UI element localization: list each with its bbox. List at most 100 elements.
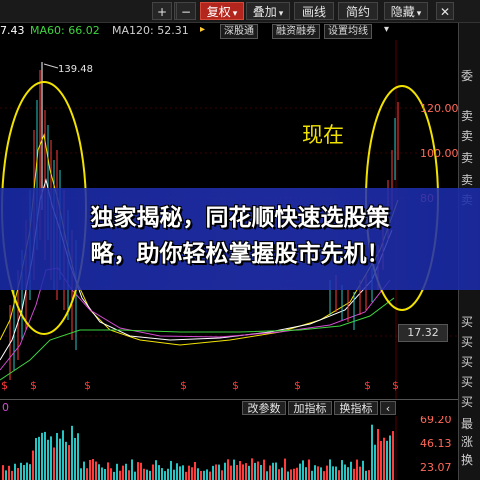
zoom-out-button[interactable]: − (176, 2, 196, 20)
rp-label: 买 (461, 375, 474, 389)
volume-bar (338, 470, 340, 480)
zoom-in-button[interactable]: + (152, 2, 172, 20)
volume-bar (332, 466, 334, 480)
volume-bar (290, 469, 292, 480)
simple-mode-button[interactable]: 简约 (338, 2, 378, 20)
volume-bar (47, 439, 49, 480)
volume-bar (8, 465, 10, 480)
volume-bar (359, 466, 361, 480)
volume-bar (218, 464, 220, 480)
volume-bar (254, 462, 256, 480)
switch-indicator-button[interactable]: 换指标 (334, 401, 378, 415)
volume-bar (110, 468, 112, 480)
signal-marker: $ (232, 379, 239, 392)
volume-bar (38, 436, 40, 480)
volume-bar (74, 437, 76, 480)
price-label-120: 120.00 (420, 102, 458, 115)
volume-bar (95, 461, 97, 480)
volume-bar (77, 433, 79, 480)
volume-bar (98, 464, 100, 480)
volume-bar (263, 459, 265, 480)
sub-nav-arrow[interactable]: ‹ (380, 401, 396, 415)
volume-bar (23, 465, 25, 480)
volume-bar (257, 461, 259, 480)
volume-bar (122, 465, 124, 480)
signal-marker: $ (392, 379, 399, 392)
ma-settings-tab[interactable]: 设置均线 (324, 24, 372, 39)
change-params-button[interactable]: 改参数 (242, 401, 286, 415)
volume-bar (284, 458, 286, 480)
volume-bar (89, 459, 91, 480)
volume-bar (317, 466, 319, 480)
volume-bar (308, 459, 310, 480)
volume-bar (296, 467, 298, 480)
volume-bar (380, 440, 382, 480)
rp-label: 卖 (461, 109, 474, 123)
volume-bar (242, 464, 244, 480)
volume-bar (86, 468, 88, 480)
volume-bar (347, 467, 349, 480)
volume-bar (293, 468, 295, 480)
volume-bar (224, 462, 226, 480)
headline-text: 独家揭秘，同花顺快速选股策 略，助你轻松掌握股市先机！ (0, 200, 480, 272)
volume-bar (383, 437, 385, 480)
volume-bar (182, 465, 184, 480)
hide-dropdown[interactable]: 隐藏 (384, 2, 428, 20)
volume-bar (128, 470, 130, 480)
close-icon[interactable]: ✕ (436, 2, 454, 20)
volume-bar (161, 468, 163, 480)
volume-bar (302, 460, 304, 480)
volume-bar (65, 441, 67, 480)
headline-line-2: 略，助你轻松掌握股市先机！ (90, 241, 390, 267)
volume-bar (125, 463, 127, 480)
signal-marker: $ (84, 379, 91, 392)
margin-trading-tab[interactable]: 融资融券 (272, 24, 320, 39)
volume-bar (299, 463, 301, 480)
volume-bar (101, 467, 103, 480)
volume-bar (158, 465, 160, 480)
volume-bar (131, 459, 133, 480)
volume-bar (275, 462, 277, 480)
volume-bar (107, 462, 109, 480)
volume-bar (173, 469, 175, 480)
volume-bar (119, 470, 121, 480)
rp-label: 换 (461, 453, 474, 467)
volume-bar (164, 471, 166, 480)
volume-bar (26, 462, 28, 480)
add-indicator-button[interactable]: 加指标 (288, 401, 332, 415)
volume-bar (185, 471, 187, 480)
volume-bar (155, 460, 157, 480)
volume-bar (392, 431, 394, 480)
volume-bar (83, 461, 85, 480)
volume-bar (251, 458, 253, 480)
volume-bar (281, 467, 283, 480)
deep-stock-connect-tab[interactable]: 深股通 (220, 24, 258, 39)
volume-bar (341, 460, 343, 480)
draw-line-button[interactable]: 画线 (294, 2, 334, 20)
volume-bar (278, 469, 280, 480)
volume-bar (209, 471, 211, 480)
volume-bars (2, 424, 394, 480)
signal-marker: $ (1, 379, 8, 392)
volume-bar (323, 471, 325, 480)
volume-bar (248, 465, 250, 480)
volume-bar (236, 465, 238, 480)
overlay-dropdown[interactable]: 叠加 (246, 2, 290, 20)
volume-bar (362, 460, 364, 480)
ma120-value: MA120: 52.31 (112, 24, 189, 37)
volume-bar (371, 424, 373, 480)
volume-bar (149, 470, 151, 480)
sub-chart-toolbar: 0 改参数 加指标 换指标 ‹ (0, 399, 458, 416)
volume-bar (377, 429, 379, 480)
volume-bar (50, 436, 52, 480)
volume-bar (41, 432, 43, 480)
volume-bar (32, 450, 34, 480)
volume-bar (353, 468, 355, 480)
volume-bar (104, 468, 106, 480)
settings-dropdown-icon[interactable]: ▾ (384, 24, 389, 35)
volume-bar (188, 465, 190, 480)
vol-axis-label: 46.13 (420, 437, 452, 450)
adjust-price-dropdown[interactable]: 复权 (200, 2, 244, 20)
menu-arrow-icon: ▸ (200, 24, 206, 35)
volume-bar (365, 470, 367, 480)
